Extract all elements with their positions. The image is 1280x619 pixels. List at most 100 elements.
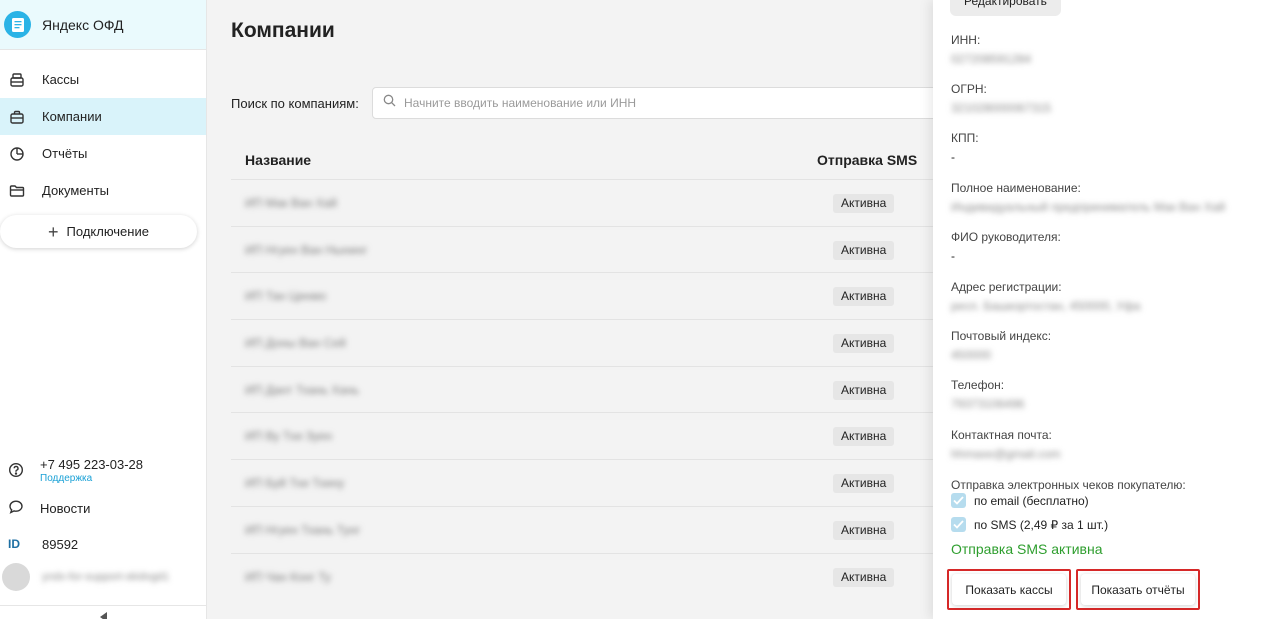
connect-button-label: Подключение	[66, 224, 149, 239]
sidebar-item-companies[interactable]: Компании	[0, 98, 206, 135]
field-value: 027208591284	[951, 52, 1032, 66]
field-full-name: Полное наименование: Индивидуальный пред…	[951, 181, 1271, 214]
table-row[interactable]: ИП Ву Тхи Зуен Активна	[231, 412, 940, 459]
field-kpp: КПП: -	[951, 131, 1271, 164]
search-input[interactable]	[404, 96, 904, 110]
field-label: Почтовый индекс:	[951, 329, 1052, 343]
sms-receipt-checkbox[interactable]: по SMS (2,49 ₽ за 1 шт.)	[951, 517, 1108, 532]
sms-receipt-label: по SMS (2,49 ₽ за 1 шт.)	[974, 517, 1109, 532]
status-badge: Активна	[833, 334, 895, 354]
company-details-panel: Редактировать ИНН: 027208591284 ОГРН: 32…	[933, 0, 1280, 619]
sidebar-item-cashboxes[interactable]: Кассы	[0, 61, 206, 98]
field-label: Адрес регистрации:	[951, 280, 1062, 294]
table-row[interactable]: ИП Буй Тхи Тхину Активна	[231, 459, 940, 506]
company-name: ИП Мак Ван Хай	[245, 196, 337, 210]
field-value: 79373106496	[951, 397, 1025, 411]
company-name: ИП Нгуен Тхань Тунг	[245, 522, 361, 537]
connect-button[interactable]: + Подключение	[0, 215, 197, 248]
folder-icon	[8, 182, 26, 200]
support-phone: +7 495 223-03-28	[40, 457, 144, 473]
receipts-delivery-title: Отправка электронных чеков покупателю:	[951, 478, 1186, 492]
help-icon	[8, 462, 24, 481]
company-icon	[8, 108, 26, 126]
email-receipt-checkbox[interactable]: по email (бесплатно)	[951, 493, 1089, 508]
sidebar-item-label: Компании	[42, 109, 102, 124]
column-header-name[interactable]: Название	[245, 152, 311, 168]
sidebar: Яндекс ОФД Кассы Компании Отчёты Докумен…	[0, 0, 207, 619]
table-row[interactable]: ИП Дант Тхань Хань Активна	[231, 365, 940, 413]
status-badge: Активна	[833, 520, 895, 540]
show-reports-button[interactable]: Показать отчёты	[1076, 569, 1200, 610]
show-reports-label: Показать отчёты	[1081, 574, 1195, 605]
field-value: hhmaxe@gmail.com	[951, 447, 1061, 461]
field-value: респ. Башкортостан, 450000, Уфа	[951, 299, 1141, 313]
chat-bubble-icon	[8, 499, 24, 518]
field-postal-code: Почтовый индекс: 450000	[951, 329, 1271, 362]
sidebar-bottom: +7 495 223-03-28 Поддержка Новости ID 89…	[0, 452, 206, 592]
table-row[interactable]: ИП Мак Ван Хай Активна	[231, 179, 940, 226]
table-row[interactable]: ИП Доны Ван Сей Активна	[231, 319, 940, 366]
edit-button[interactable]: Редактировать	[950, 0, 1061, 16]
field-value: 450000	[951, 348, 992, 362]
sidebar-item-reports[interactable]: Отчёты	[0, 135, 206, 172]
sidebar-item-documents[interactable]: Документы	[0, 172, 206, 209]
field-value: Индивидуальный предприниматель Мак Ван Х…	[951, 200, 1226, 214]
sidebar-item-label: Документы	[42, 183, 110, 198]
field-label: Телефон:	[951, 378, 1005, 392]
table-row[interactable]: ИП Нгуен Тхань Тунг Активна	[231, 505, 940, 553]
field-ogrn: ОГРН: 321028000067315	[951, 82, 1271, 115]
user-login: yndx-for-support-skidvgd1	[42, 571, 170, 583]
table-header: Название Отправка SMS	[245, 152, 945, 168]
company-name: ИП Дант Тхань Хань	[245, 382, 359, 397]
field-label: Контактная почта:	[951, 428, 1052, 442]
report-icon	[8, 145, 26, 163]
search-icon	[383, 94, 396, 112]
table-row[interactable]: ИП Чан Конг Ту Активна	[231, 552, 940, 600]
checkmark-icon	[951, 517, 966, 532]
triangle-left-icon	[99, 612, 107, 619]
status-badge: Активна	[833, 474, 895, 494]
sidebar-item-news[interactable]: Новости	[0, 490, 206, 526]
news-label: Новости	[40, 500, 91, 516]
company-name: ИП Нгуен Ван Нынинг	[245, 242, 368, 257]
collapse-sidebar-button[interactable]	[0, 605, 206, 619]
status-badge: Активна	[833, 240, 895, 260]
field-address: Адрес регистрации: респ. Башкортостан, 4…	[951, 280, 1271, 313]
company-name: ИП Чан Конг Ту	[245, 569, 331, 584]
status-badge: Активна	[833, 427, 895, 447]
account-id: ID 89592	[0, 526, 206, 562]
field-phone: Телефон: 79373106496	[951, 378, 1271, 411]
show-cashboxes-label: Показать кассы	[952, 574, 1066, 605]
company-name: ИП Буй Тхи Тхину	[245, 476, 345, 491]
sidebar-item-label: Кассы	[42, 72, 80, 87]
company-name: ИП Доны Ван Сей	[245, 336, 346, 351]
support-phone-block[interactable]: +7 495 223-03-28 Поддержка	[0, 452, 206, 490]
email-receipt-label: по email (бесплатно)	[974, 493, 1089, 508]
companies-table: ИП Мак Ван Хай Активна ИП Нгуен Ван Нынин…	[231, 179, 940, 599]
search-label: Поиск по компаниям:	[231, 96, 359, 111]
page-title: Компании	[231, 19, 335, 42]
field-label: Полное наименование:	[951, 181, 1081, 195]
status-badge: Активна	[833, 567, 895, 587]
cashbox-icon	[8, 71, 26, 89]
show-cashboxes-button[interactable]: Показать кассы	[947, 569, 1071, 610]
sms-status-text: Отправка SMS активна	[951, 541, 1103, 557]
field-value: -	[951, 249, 955, 263]
user-account[interactable]: yndx-for-support-skidvgd1	[0, 562, 206, 592]
field-label: ИНН:	[951, 33, 981, 47]
sidebar-item-label: Отчёты	[42, 146, 88, 161]
avatar	[2, 563, 30, 591]
table-row[interactable]: ИП Тан Цинмо Активна	[231, 272, 940, 319]
search-box[interactable]	[372, 87, 952, 119]
sidebar-nav: Кассы Компании Отчёты Документы + Подклю…	[0, 61, 206, 248]
column-header-sms[interactable]: Отправка SMS	[817, 152, 917, 168]
company-name: ИП Ву Тхи Зуен	[245, 429, 333, 444]
field-director: ФИО руководителя: -	[951, 230, 1271, 263]
main-content: Компании Поиск по компаниям: Название От…	[207, 0, 952, 619]
support-link[interactable]: Поддержка	[40, 473, 143, 485]
field-label: КПП:	[951, 131, 979, 145]
table-row[interactable]: ИП Нгуен Ван Нынинг Активна	[231, 225, 940, 273]
field-value: 321028000067315	[951, 101, 1052, 115]
company-name: ИП Тан Цинмо	[245, 289, 327, 304]
brand-header[interactable]: Яндекс ОФД	[0, 0, 206, 50]
